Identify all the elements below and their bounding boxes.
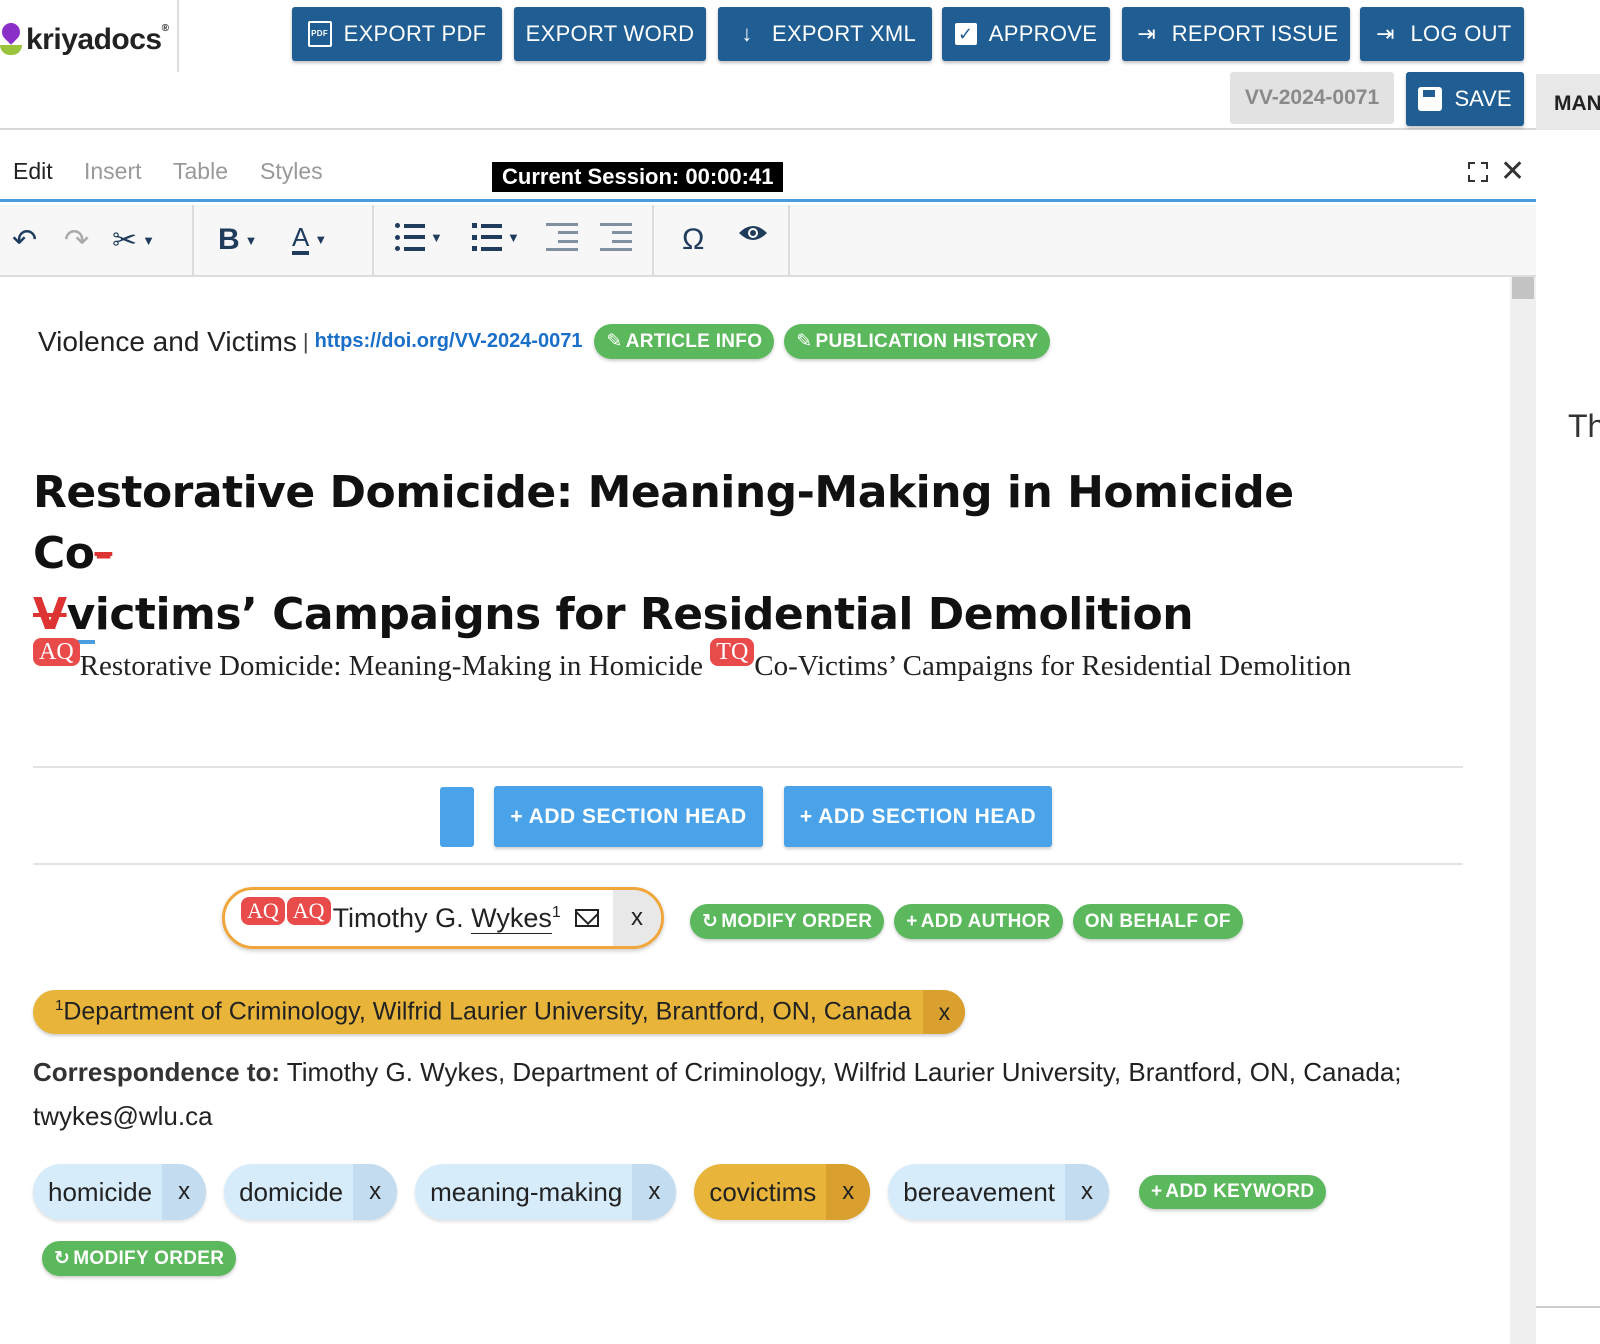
close-icon[interactable]: ✕ [1500, 154, 1525, 189]
modify-author-order-button[interactable]: ↻ MODIFY ORDER [690, 904, 885, 939]
affiliation-chip[interactable]: 1Department of Criminology, Wilfrid Laur… [33, 990, 966, 1034]
on-behalf-of-button[interactable]: ON BEHALF OF [1072, 904, 1243, 939]
plus-icon: + [1151, 1181, 1163, 1202]
session-timer: Current Session: 00:00:41 [492, 162, 784, 192]
envelope-icon[interactable] [574, 909, 599, 927]
section-button-stub[interactable] [440, 787, 474, 847]
add-keyword-button[interactable]: + ADD KEYWORD [1139, 1175, 1327, 1209]
author-query-tag[interactable]: AQ [286, 897, 331, 925]
bold-icon[interactable]: B ▼ [218, 223, 258, 257]
download-arrow-icon: ↓ [741, 21, 753, 46]
report-icon: ⇥ [1137, 21, 1157, 46]
fullscreen-icon[interactable] [1468, 162, 1488, 182]
article-title[interactable]: Restorative Domicide: Meaning-Making in … [33, 462, 1333, 645]
divider [33, 766, 1463, 768]
pdf-icon: PDF [307, 21, 332, 47]
remove-keyword-button[interactable]: x [353, 1164, 398, 1220]
keyword-chip[interactable]: meaning-making x [415, 1164, 677, 1220]
modify-keyword-order-button[interactable]: ↻ MODIFY ORDER [42, 1241, 237, 1276]
remove-keyword-button[interactable]: x [826, 1164, 871, 1220]
article-info-button[interactable]: ✎ ARTICLE INFO [594, 324, 775, 359]
author-query-tag[interactable]: AQ [33, 638, 80, 666]
toolbar-separator [372, 205, 374, 277]
tracked-insertion[interactable]: v [66, 589, 95, 644]
doi-link[interactable]: https://doi.org/VV-2024-0071 [315, 330, 583, 353]
export-xml-button[interactable]: ↓ EXPORT XML [718, 7, 932, 61]
toolbar-separator [788, 205, 790, 277]
tracked-deletion[interactable]: V [33, 589, 67, 640]
refresh-icon: ↻ [54, 1248, 71, 1269]
editor-scrollbar[interactable] [1510, 277, 1536, 1344]
affiliation-text: 1Department of Criminology, Wilfrid Laur… [55, 997, 912, 1026]
menu-insert[interactable]: Insert [84, 158, 142, 185]
remove-affiliation-button[interactable]: x [923, 990, 966, 1034]
keyword-chip-highlighted[interactable]: covictims x [694, 1164, 871, 1220]
document-id-badge: VV-2024-0071 [1230, 72, 1394, 124]
correspondence[interactable]: Correspondence to: Timothy G. Wykes, Dep… [33, 1050, 1453, 1138]
typesetter-query-tag[interactable]: TQ [710, 638, 755, 666]
scrollbar-thumb[interactable] [1512, 277, 1534, 299]
floppy-disk-icon [1418, 87, 1443, 111]
manuscript-tab[interactable]: MAN [1536, 74, 1600, 130]
remove-keyword-button[interactable]: x [1065, 1164, 1110, 1220]
plus-icon: + [906, 910, 918, 932]
right-pane-text: Th [1568, 408, 1600, 444]
right-pane-divider [1536, 1306, 1600, 1308]
header-divider [177, 0, 179, 72]
journal-info-row: Violence and Victims | https://doi.org/V… [38, 324, 1060, 359]
export-word-button[interactable]: EXPORT WORD [514, 7, 706, 61]
refresh-icon: ↻ [702, 911, 719, 932]
save-button[interactable]: SAVE [1406, 72, 1524, 126]
add-section-head-button[interactable]: + ADD SECTION HEAD [784, 786, 1052, 847]
toolbar-separator [652, 205, 654, 277]
indent-icon[interactable] [546, 223, 578, 251]
keyword-chip[interactable]: domicide x [224, 1164, 398, 1220]
remove-keyword-button[interactable]: x [162, 1164, 207, 1220]
add-author-button[interactable]: + ADD AUTHOR [894, 904, 1063, 939]
add-section-head-button[interactable]: + ADD SECTION HEAD [494, 786, 763, 847]
pencil-icon: ✎ [796, 331, 813, 352]
author-name: Timothy G. Wykes1 [332, 902, 561, 934]
preview-eye-icon[interactable] [738, 223, 768, 243]
log-out-button[interactable]: ⇥ LOG OUT [1360, 7, 1524, 61]
numbered-list-icon[interactable]: ▼ [472, 223, 520, 251]
publication-history-button[interactable]: ✎ PUBLICATION HISTORY [784, 324, 1051, 359]
checkbox-icon: ✓ [954, 23, 977, 45]
tracked-deletion[interactable]: - [95, 528, 113, 579]
article-subtitle[interactable]: AQ Restorative Domicide: Meaning-Making i… [33, 638, 1413, 688]
keyword-chip[interactable]: bereavement x [888, 1164, 1110, 1220]
keyword-chip[interactable]: homicide x [33, 1164, 207, 1220]
approve-button[interactable]: ✓ APPROVE [942, 7, 1110, 61]
divider [33, 863, 1463, 865]
redo-icon[interactable]: ↷ [64, 223, 89, 258]
menu-styles[interactable]: Styles [260, 158, 323, 185]
author-chip[interactable]: AQ AQ Timothy G. Wykes1 x [222, 887, 664, 949]
undo-icon[interactable]: ↶ [12, 223, 37, 258]
journal-name: Violence and Victims [38, 325, 297, 357]
author-query-tag[interactable]: AQ [241, 897, 285, 925]
logo-mark-icon [0, 19, 24, 59]
report-issue-button[interactable]: ⇥ REPORT ISSUE [1122, 7, 1350, 61]
editor-menu-bar: Edit Insert Table Styles Current Session… [0, 150, 1536, 202]
remove-author-button[interactable]: x [613, 890, 661, 946]
outdent-icon[interactable] [600, 223, 632, 251]
menu-table[interactable]: Table [173, 158, 228, 185]
editor-toolbar: ↶ ↷ ✂ ▼ B ▼ A ▼ ▼ ▼ Ω [0, 205, 1536, 277]
author-actions: ↻ MODIFY ORDER + ADD AUTHOR ON BEHALF OF [690, 904, 1253, 939]
kriyadocs-logo[interactable]: kriyadocs® [0, 18, 169, 62]
menu-edit[interactable]: Edit [13, 158, 53, 185]
logout-icon: ⇥ [1376, 21, 1395, 46]
special-character-icon[interactable]: Ω [682, 223, 704, 257]
separator: | [302, 328, 309, 354]
toolbar-separator [192, 205, 194, 277]
bullet-list-icon[interactable]: ▼ [395, 223, 443, 251]
remove-keyword-button[interactable]: x [632, 1164, 677, 1220]
cut-icon[interactable]: ✂ ▼ [112, 223, 155, 258]
app-header: kriyadocs® PDF EXPORT PDF EXPORT WORD ↓ EX… [0, 0, 1600, 130]
export-pdf-button[interactable]: PDF EXPORT PDF [292, 7, 502, 61]
logo-text: kriyadocs® [26, 23, 169, 56]
keyword-list: homicide x domicide x meaning-making x covi… [33, 1164, 1336, 1220]
pencil-icon: ✎ [606, 331, 623, 352]
font-color-icon[interactable]: A ▼ [292, 223, 327, 255]
